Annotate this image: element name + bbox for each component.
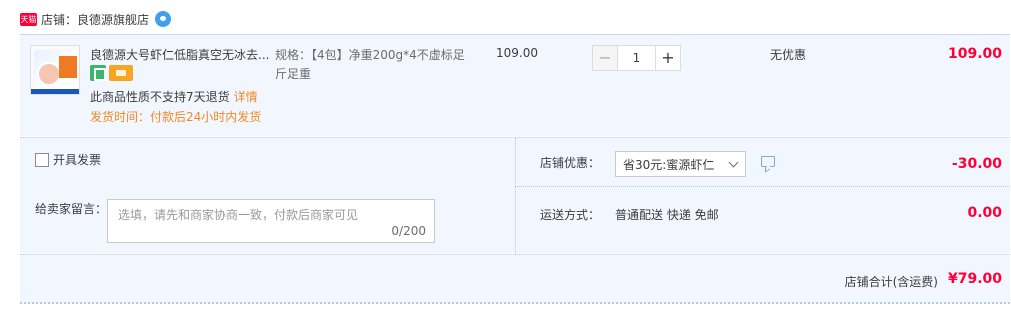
- unit-price: 109.00: [496, 46, 538, 60]
- options-divider-vertical: [515, 138, 516, 254]
- shop-name-link[interactable]: 良德源旗舰店: [77, 11, 149, 28]
- product-thumbnail[interactable]: [30, 45, 80, 95]
- comment-icon[interactable]: [761, 156, 775, 167]
- shop-promo-selected-value: 省30元:蜜源虾仁: [623, 157, 715, 172]
- shop-header: 天猫 店铺： 良德源旗舰店: [20, 9, 172, 29]
- service-badges: [90, 65, 133, 81]
- chevron-down-icon: [728, 157, 739, 168]
- shop-promo-select[interactable]: 省30元:蜜源虾仁: [615, 151, 746, 177]
- shipping-method-value: 普通配送 快递 免邮: [615, 208, 719, 222]
- quantity-stepper: − 1 +: [592, 45, 681, 71]
- shop-total-value: ¥79.00: [947, 271, 1002, 287]
- return-policy-notice: 此商品性质不支持7天退货 详情: [90, 88, 258, 105]
- shop-discount-amount: -30.00: [951, 156, 1002, 172]
- chat-icon[interactable]: [155, 11, 172, 27]
- return-policy-text: 此商品性质不支持7天退货: [90, 90, 230, 104]
- ship-time-text: 发货时间：付款后24小时内发货: [90, 110, 262, 124]
- package-band-image: [31, 89, 79, 94]
- quantity-decrease-button[interactable]: −: [592, 45, 618, 71]
- spec-label: 规格：: [275, 48, 312, 62]
- item-subtotal: 109.00: [947, 46, 1002, 62]
- shop-total-row: 店铺合计(含运费) ¥79.00: [20, 254, 1010, 304]
- seller-message-input[interactable]: 选填，请先和商家协商一致，付款后商家可见 0/200: [107, 199, 435, 243]
- shipping-method-label: 运送方式：: [540, 208, 601, 222]
- options-divider-horizontal: [515, 186, 1010, 187]
- product-title-link[interactable]: 良德源大号虾仁低脂真空无冰去...: [90, 46, 270, 63]
- shop-promo-label: 店铺优惠：: [540, 156, 601, 170]
- tmall-logo-icon: 天猫: [20, 12, 37, 26]
- product-spec: 规格：【4包】净重200g*4不虚标足斤足重: [275, 46, 465, 84]
- quantity-input[interactable]: 1: [618, 45, 655, 71]
- credit-card-badge-icon[interactable]: [109, 65, 133, 81]
- package-label-image: [59, 56, 77, 78]
- guarantee-badge-icon[interactable]: [90, 65, 106, 81]
- shrimp-plate-image: [37, 62, 61, 86]
- quantity-increase-button[interactable]: +: [655, 45, 681, 71]
- shop-label: 店铺：: [41, 12, 78, 27]
- shop-total-label: 店铺合计(含运费): [844, 275, 938, 289]
- order-item-row: 良德源大号虾仁低脂真空无冰去... 此商品性质不支持7天退货 详情 发货时间：付款…: [20, 34, 1010, 136]
- return-detail-link[interactable]: 详情: [234, 90, 258, 104]
- shipping-fee: 0.00: [967, 205, 1002, 221]
- invoice-checkbox[interactable]: [35, 152, 49, 167]
- invoice-option[interactable]: 开具发票: [35, 151, 101, 168]
- seller-message-placeholder: 选填，请先和商家协商一致，付款后商家可见: [118, 208, 359, 222]
- order-options-panel: 开具发票 给卖家留言： 选填，请先和商家协商一致，付款后商家可见 0/200 店…: [20, 137, 1010, 254]
- item-promo-text: 无优惠: [770, 48, 807, 62]
- seller-message-char-count: 0/200: [391, 224, 426, 238]
- invoice-label[interactable]: 开具发票: [53, 151, 101, 168]
- seller-message-label: 给卖家留言：: [35, 202, 108, 216]
